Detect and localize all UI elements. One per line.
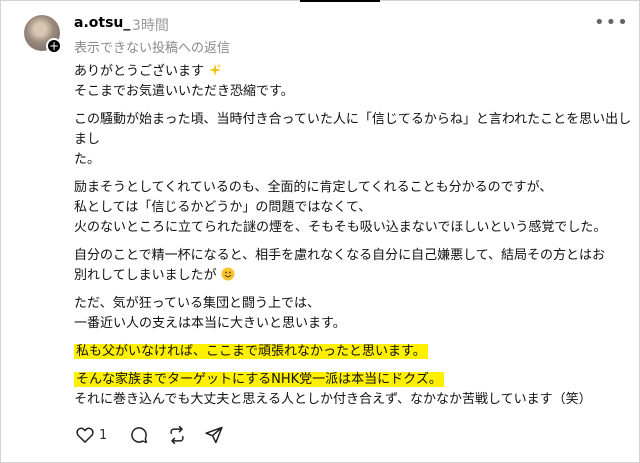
username[interactable]: a.otsu_: [74, 15, 130, 31]
text-line: 励まそうとしてくれているのも、全面的に肯定してくれることも分かるのですが、: [74, 180, 553, 195]
text-line: た。: [74, 152, 101, 167]
highlighted-text: そんな家族までターゲットにするNHK党一派は本当にドクズ。: [74, 372, 444, 387]
text-line: ただ、気が狂っている集団と闘う上では、: [74, 296, 320, 311]
highlighted-text: 私も父がいなければ、ここまで頑張れなかったと思います。: [74, 344, 428, 359]
repost-icon: [170, 425, 184, 445]
comment-icon: [131, 427, 148, 444]
share-button[interactable]: [204, 425, 224, 445]
reply-button[interactable]: [129, 425, 149, 445]
text-line: この騒動が始まった頃、当時付き合っていた人に「信じてるからね」と言われたことを思…: [74, 112, 632, 147]
paragraph-6: 私も父がいなければ、ここまで頑張れなかったと思います。: [74, 342, 634, 362]
repost-button[interactable]: [167, 425, 187, 445]
like-button[interactable]: 1: [75, 425, 107, 445]
paragraph-5: ただ、気が狂っている集団と闘う上では、 一番近い人の支えは本当に大きいと思います…: [74, 294, 634, 334]
post-body: ありがとうございます そこまでお気遣いいただき恐縮です。 この騒動が始まった頃、…: [74, 62, 634, 410]
top-edge-bar: [300, 0, 380, 2]
reply-context: 表示できない投稿への返信: [74, 41, 231, 56]
text-line: 私としては「信じるかどうか」の問題ではなくて、: [74, 200, 372, 215]
text-line: 別れしてしまいましたが: [74, 268, 217, 283]
paragraph-4: 自分のことで精一杯になると、相手を慮れなくなる自分に自己嫌悪して、結局その方とは…: [74, 246, 634, 286]
paragraph-3: 励まそうとしてくれているのも、全面的に肯定してくれることも分かるのですが、 私と…: [74, 178, 634, 238]
like-count: 1: [99, 427, 108, 443]
more-dots-icon[interactable]: •••: [594, 12, 629, 33]
smiling-face-icon: [221, 267, 235, 281]
sparkles-icon: [209, 64, 222, 76]
text-line: 自分のことで精一杯になると、相手を慮れなくなる自分に自己嫌悪して、結局その方とは…: [74, 248, 606, 263]
text-line: ありがとうございます: [74, 64, 205, 79]
post-time: 3時間: [132, 18, 169, 34]
send-icon: [205, 426, 223, 444]
heart-icon: [76, 427, 94, 443]
text-line: そこまでお気遣いいただき恐縮です。: [74, 84, 294, 99]
action-bar: 1: [75, 425, 224, 445]
paragraph-2: この騒動が始まった頃、当時付き合っていた人に「信じてるからね」と言われたことを思…: [74, 110, 634, 170]
paragraph-7: そんな家族までターゲットにするNHK党一派は本当にドクズ。 それに巻き込んでも大…: [74, 370, 634, 410]
follow-plus-icon[interactable]: +: [46, 38, 62, 54]
paragraph-1: ありがとうございます そこまでお気遣いいただき恐縮です。: [74, 62, 634, 102]
text-line: 火のないところに立てられた謎の煙を、そもそも吸い込まないでほしいという感覚でした…: [74, 220, 607, 235]
text-line: それに巻き込んでも大丈夫と思える人としか付き合えず、なかなか苦戦しています（笑）: [74, 392, 592, 407]
text-line: 一番近い人の支えは本当に大きいと思います。: [74, 316, 346, 331]
